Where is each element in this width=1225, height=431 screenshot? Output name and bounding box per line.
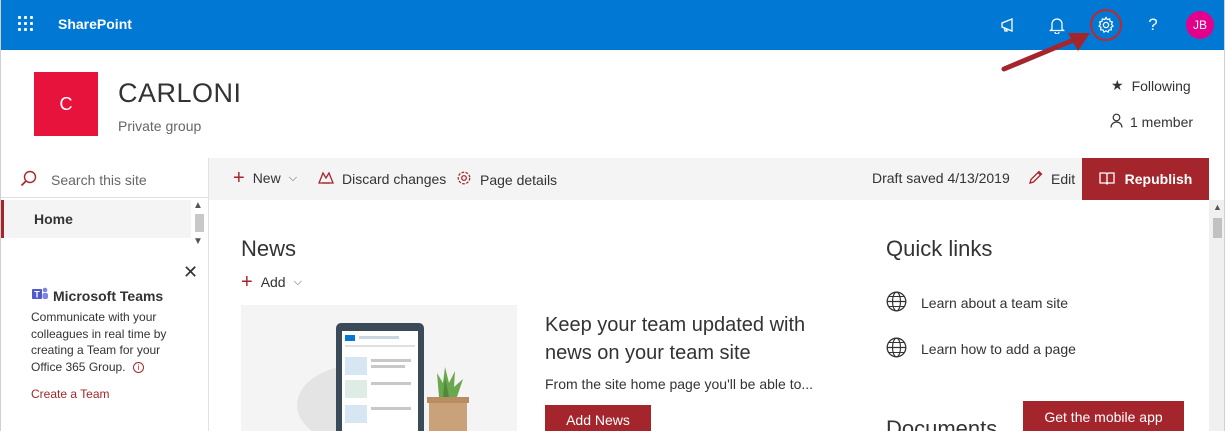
teams-icon: T (31, 286, 49, 305)
quick-links-title: Quick links (886, 236, 993, 261)
gear-icon[interactable] (1094, 13, 1118, 37)
add-label: Add (260, 274, 286, 290)
create-team-link[interactable]: Create a Team (31, 387, 110, 401)
page-scrollbar[interactable]: ▲ (1209, 200, 1224, 431)
scroll-up-icon[interactable]: ▲ (1213, 202, 1222, 212)
discard-changes-button[interactable]: Discard changes (318, 170, 446, 187)
new-button[interactable]: + New ⌵ (233, 167, 298, 189)
gear-icon (456, 170, 472, 189)
help-icon[interactable]: ? (1141, 13, 1165, 37)
follow-button[interactable]: ★ Following (1111, 77, 1191, 94)
draft-status: Draft saved 4/13/2019 (872, 170, 1010, 186)
pencil-icon (1028, 170, 1043, 188)
new-label: New (252, 170, 281, 186)
avatar[interactable]: JB (1186, 11, 1214, 39)
nav-item-label: Home (34, 211, 73, 227)
edit-label: Edit (1051, 171, 1076, 187)
site-title[interactable]: CARLONI (118, 78, 242, 109)
teams-promo-title: T Microsoft Teams (31, 286, 163, 305)
book-icon (1099, 171, 1115, 188)
quick-link-label: Learn about a team site (921, 295, 1069, 311)
close-icon[interactable]: ✕ (183, 262, 198, 283)
chevron-up-icon[interactable]: ▲ (193, 200, 203, 211)
republish-button[interactable]: Republish (1082, 158, 1209, 200)
nav-item-home[interactable]: Home (1, 200, 191, 238)
person-icon (1110, 113, 1123, 131)
plus-icon: + (233, 167, 245, 189)
news-heading: Keep your team updated with news on your… (545, 314, 806, 364)
page-details-label: Page details (480, 171, 558, 188)
republish-label: Republish (1124, 171, 1193, 187)
chevron-down-icon: ⌵ (288, 171, 298, 184)
site-search[interactable]: Search this site (1, 158, 208, 198)
globe-icon (886, 291, 907, 315)
search-icon (20, 170, 37, 192)
members-button[interactable]: 1 member (1110, 113, 1193, 131)
tablet-plant-illustration-icon (297, 323, 469, 431)
star-icon: ★ (1111, 77, 1124, 93)
site-logo[interactable]: C (34, 72, 98, 136)
globe-icon (886, 337, 907, 361)
news-title: News (241, 236, 297, 261)
left-navigation: Search this site Home ▲ ▼ ✕ T Microsoft … (1, 158, 209, 431)
info-icon[interactable]: i (132, 361, 144, 373)
quick-link[interactable]: Learn how to add a page (886, 337, 1076, 361)
scroll-thumb[interactable] (1213, 218, 1222, 238)
news-body: From the site home page you'll be able t… (545, 376, 814, 392)
chevron-down-icon[interactable]: ▼ (193, 236, 203, 247)
scroll-thumb[interactable] (195, 214, 204, 232)
follow-label: Following (1131, 77, 1191, 94)
discard-label: Discard changes (342, 170, 447, 187)
nav-scrollbar[interactable]: ▲ ▼ (191, 200, 208, 250)
get-mobile-app-button[interactable]: Get the mobile app (1023, 401, 1184, 431)
plus-icon: + (241, 271, 253, 293)
sharepoint-page: SharePoint ? JB C CARLONI Private group … (0, 0, 1225, 431)
members-label: 1 member (1130, 114, 1194, 130)
app-launcher-icon[interactable] (18, 16, 34, 32)
teams-promo: ✕ T Microsoft Teams Communicate with you… (1, 253, 208, 431)
annotation-arrow-icon (1001, 33, 1090, 72)
quick-link[interactable]: Learn about a team site (886, 291, 1068, 315)
site-subtitle: Private group (118, 118, 202, 134)
quick-link-label: Learn how to add a page (921, 341, 1076, 357)
teams-promo-description-text: Communicate with your colleagues in real… (31, 310, 167, 374)
news-illustration (241, 305, 517, 431)
add-news-button[interactable]: Add News (545, 405, 651, 431)
command-bar: + New ⌵ Discard changes Page details Dra… (209, 158, 1209, 200)
documents-title: Documents (886, 416, 998, 431)
chevron-down-icon: ⌵ (293, 275, 302, 288)
teams-title-text: Microsoft Teams (53, 287, 164, 304)
teams-promo-description: Communicate with your colleagues in real… (31, 309, 181, 375)
add-news-dropdown[interactable]: + Add ⌵ (241, 271, 302, 293)
page-details-button[interactable]: Page details (456, 170, 557, 189)
edit-button[interactable]: Edit (1028, 170, 1075, 188)
discard-icon (318, 170, 334, 187)
search-input[interactable]: Search this site (51, 172, 147, 188)
app-name[interactable]: SharePoint (58, 16, 132, 32)
svg-text:T: T (34, 289, 40, 299)
